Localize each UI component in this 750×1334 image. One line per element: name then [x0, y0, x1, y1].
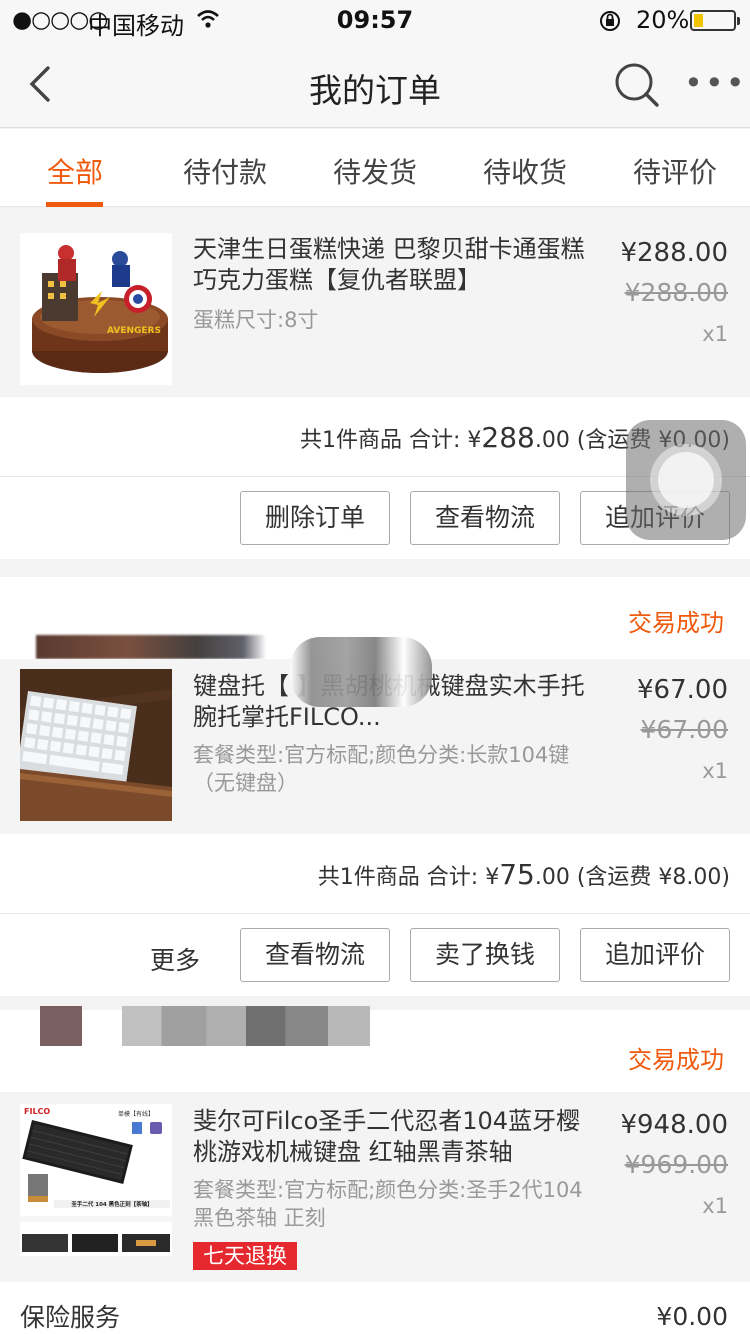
- summary-total-cents: .00: [534, 865, 570, 890]
- product-spec: 套餐类型:官方标配;颜色分类:圣手2代104黑色茶轴 正刻: [193, 1178, 583, 1230]
- product-title[interactable]: 天津生日蛋糕快递 巴黎贝甜卡通蛋糕巧克力蛋糕【复仇者联盟】: [193, 234, 588, 296]
- summary-prefix: 共1件商品 合计: ¥: [317, 865, 500, 890]
- order-item[interactable]: 键盘托【 】黑胡桃机械键盘实木手托 腕托掌托FILCO... 套餐类型:官方标配…: [0, 637, 750, 831]
- tab-pending-shipment[interactable]: 待发货: [300, 151, 450, 191]
- product-quantity: x1: [702, 322, 728, 346]
- order-item[interactable]: FILCO 单模【有线】 圣手二代 104 黑色正刻【茶轴】 斐尔可Filco圣…: [0, 1094, 750, 1280]
- seven-day-return-badge: 七天退换: [193, 1242, 297, 1270]
- redacted-text-blur: [290, 637, 432, 707]
- product-price: ¥948.00: [620, 1110, 728, 1140]
- product-spec: 套餐类型:官方标配;颜色分类:长款104键（无键盘）: [193, 743, 570, 795]
- tab-pending-review[interactable]: 待评价: [600, 151, 750, 191]
- product-original-price: ¥288.00: [624, 278, 728, 307]
- product-image-text: AVENGERS: [107, 326, 161, 336]
- shop-avatar-blurred: [40, 1006, 82, 1046]
- delete-order-button[interactable]: 删除订单: [240, 491, 390, 545]
- add-review-button[interactable]: 追加评价: [580, 928, 730, 982]
- insurance-label: 保险服务: [20, 1303, 121, 1332]
- order-actions: 更多 查看物流 卖了换钱 追加评价: [0, 914, 750, 996]
- view-logistics-button[interactable]: 查看物流: [410, 491, 560, 545]
- order-summary: 共1件商品 合计: ¥75.00 (含运费 ¥8.00): [0, 834, 750, 914]
- product-image[interactable]: FILCO 单模【有线】 圣手二代 104 黑色正刻【茶轴】: [20, 1104, 172, 1256]
- shop-name-blurred: [36, 635, 266, 659]
- order-item[interactable]: AVENGERS 天津生日蛋糕快递 巴黎贝甜卡通蛋糕巧克力蛋糕【复仇者联盟】 蛋…: [0, 220, 750, 396]
- product-quantity: x1: [702, 759, 728, 783]
- assistive-touch-button[interactable]: [626, 420, 746, 540]
- product-price: ¥288.00: [620, 238, 728, 268]
- battery-percent: 20%: [636, 6, 690, 34]
- product-image[interactable]: AVENGERS: [20, 233, 172, 385]
- search-icon[interactable]: [612, 60, 662, 114]
- view-logistics-button[interactable]: 查看物流: [240, 928, 390, 982]
- tab-pending-payment[interactable]: 待付款: [150, 151, 300, 191]
- status-bar: ●○○○○ 中国移动 09:57 20%: [0, 0, 750, 40]
- order-header: 交易成功: [0, 1006, 750, 1092]
- active-tab-indicator: [46, 202, 103, 207]
- order-status: 交易成功: [628, 609, 724, 637]
- summary-total: 288: [481, 421, 535, 454]
- order-tabs: 全部 待付款 待发货 待收货 待评价: [0, 129, 750, 207]
- shop-name-blurred: [122, 1006, 370, 1046]
- order-status: 交易成功: [628, 1046, 724, 1074]
- more-link[interactable]: 更多: [150, 941, 200, 977]
- product-price: ¥67.00: [637, 675, 728, 705]
- product-quantity: x1: [702, 1194, 728, 1218]
- summary-prefix: 共1件商品 合计: ¥: [299, 428, 482, 453]
- product-original-price: ¥67.00: [640, 715, 728, 744]
- summary-shipping: (含运费 ¥8.00): [576, 865, 730, 890]
- tab-pending-receipt[interactable]: 待收货: [450, 151, 600, 191]
- more-icon[interactable]: •••: [684, 64, 747, 102]
- insurance-value: ¥0.00: [656, 1302, 728, 1331]
- summary-total-cents: .00: [534, 428, 570, 453]
- product-spec: 蛋糕尺寸:8寸: [193, 308, 319, 332]
- product-title[interactable]: 斐尔可Filco圣手二代忍者104蓝牙樱桃游戏机械键盘 红轴黑青茶轴: [193, 1106, 588, 1168]
- product-image-caption: 圣手二代 104 黑色正刻【茶轴】: [71, 1200, 152, 1208]
- product-original-price: ¥969.00: [624, 1150, 728, 1179]
- battery-icon: [690, 10, 740, 31]
- rotation-lock-icon: [598, 9, 622, 37]
- insurance-service[interactable]: 保险服务 ¥0.00: [0, 1282, 750, 1334]
- summary-total: 75: [499, 858, 535, 891]
- tab-all[interactable]: 全部: [0, 151, 150, 191]
- product-image-tag: 单模【有线】: [118, 1110, 154, 1118]
- product-image[interactable]: [20, 669, 172, 821]
- resell-button[interactable]: 卖了换钱: [410, 928, 560, 982]
- product-image-brand: FILCO: [24, 1107, 50, 1116]
- nav-bar: 我的订单 •••: [0, 40, 750, 128]
